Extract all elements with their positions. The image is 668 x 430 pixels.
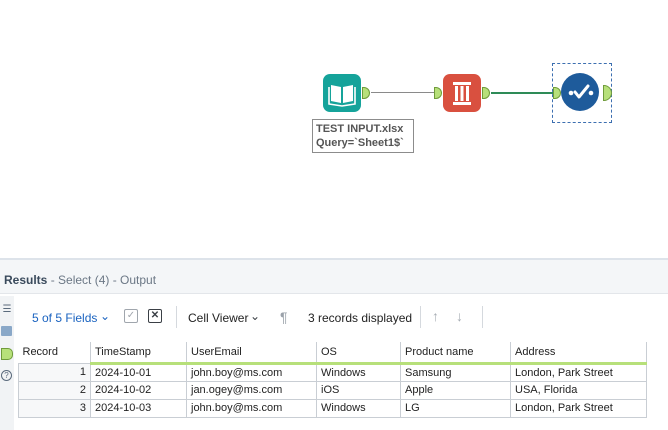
toolbar-divider <box>482 306 483 328</box>
input-tool-output-anchor[interactable] <box>362 87 370 99</box>
table-row[interactable]: 3 2024-10-03 john.boy@ms.com Windows LG … <box>18 398 647 418</box>
input-data-tool[interactable] <box>323 74 361 112</box>
help-icon[interactable]: ? <box>1 370 12 381</box>
table-cell[interactable]: jan.ogey@ms.com <box>186 380 317 400</box>
table-cell[interactable]: USA, Florida <box>510 380 647 400</box>
select-tool-input-anchor[interactable] <box>434 87 442 99</box>
table-cell[interactable]: Windows <box>316 362 401 382</box>
table-cell[interactable]: 2024-10-02 <box>90 380 187 400</box>
column-header-record[interactable]: Record <box>18 342 91 364</box>
chevron-down-icon[interactable]: ⌄ <box>100 309 110 323</box>
table-cell[interactable]: john.boy@ms.com <box>186 398 317 418</box>
table-cell[interactable]: London, Park Street <box>510 362 647 382</box>
connection-input-to-select[interactable] <box>371 92 435 93</box>
table-cell[interactable]: 2024-10-01 <box>90 362 187 382</box>
table-cell[interactable]: Apple <box>400 380 511 400</box>
results-title: Results - Select (4) - Output <box>4 273 156 287</box>
browse-tool[interactable] <box>561 73 599 111</box>
deselect-icon[interactable]: ✕ <box>148 309 162 323</box>
workflow-canvas[interactable]: TEST INPUT.xlsx Query=`Sheet1$` <box>0 0 668 258</box>
column-header-timestamp[interactable]: TimeStamp <box>90 342 187 365</box>
annotation-query: Query=`Sheet1$` <box>316 137 404 149</box>
results-side-strip: ☰ ? <box>0 296 14 430</box>
record-cell[interactable]: 1 <box>18 362 91 382</box>
column-header-os[interactable]: OS <box>316 342 401 365</box>
list-icon[interactable]: ☰ <box>1 304 13 315</box>
output-anchor-icon[interactable] <box>1 348 13 360</box>
table-cell[interactable]: iOS <box>316 380 401 400</box>
arrow-up-icon[interactable]: ↑ <box>432 308 439 324</box>
metadata-icon[interactable] <box>1 326 12 336</box>
table-cell[interactable]: London, Park Street <box>510 398 647 418</box>
table-row[interactable]: 1 2024-10-01 john.boy@ms.com Windows Sam… <box>18 362 647 382</box>
records-count: 3 records displayed <box>308 311 413 325</box>
annotation-filename: TEST INPUT.xlsx <box>316 123 404 135</box>
fields-dropdown[interactable]: 5 of 5 Fields <box>32 311 97 325</box>
table-cell[interactable]: 2024-10-03 <box>90 398 187 418</box>
pilcrow-icon[interactable]: ¶ <box>280 309 288 325</box>
record-cell[interactable]: 3 <box>18 398 91 418</box>
toolbar-divider <box>176 306 177 328</box>
toolbar-divider <box>420 306 421 328</box>
results-panel: Results - Select (4) - Output ☰ ? 5 of 5… <box>0 258 668 430</box>
checkmark-icon <box>568 84 594 99</box>
checkbox-icon[interactable]: ✓ <box>124 309 138 323</box>
results-source: - Select (4) - Output <box>47 273 157 287</box>
column-header-product-name[interactable]: Product name <box>400 342 511 365</box>
table-cell[interactable]: LG <box>400 398 511 418</box>
select-tool-output-anchor[interactable] <box>482 87 490 99</box>
column-icon <box>453 82 471 105</box>
results-grid: Record TimeStamp UserEmail OS Product na… <box>18 342 647 418</box>
results-label: Results <box>4 273 48 287</box>
record-cell[interactable]: 2 <box>18 380 91 400</box>
select-tool[interactable] <box>443 74 481 112</box>
chevron-down-icon[interactable]: ⌄ <box>250 309 260 323</box>
table-cell[interactable]: john.boy@ms.com <box>186 362 317 382</box>
book-icon <box>328 85 356 107</box>
cell-viewer-dropdown[interactable]: Cell Viewer <box>188 311 248 325</box>
table-cell[interactable]: Samsung <box>400 362 511 382</box>
results-header: Results - Select (4) - Output <box>0 260 668 294</box>
results-toolbar: 5 of 5 Fields ⌄ ✓ ✕ Cell Viewer ⌄ ¶ 3 re… <box>20 298 668 338</box>
connection-select-to-browse[interactable] <box>491 92 554 94</box>
column-header-address[interactable]: Address <box>510 342 647 365</box>
arrow-down-icon[interactable]: ↓ <box>456 308 463 324</box>
tool-annotation: TEST INPUT.xlsx Query=`Sheet1$` <box>312 119 414 153</box>
app-window: TEST INPUT.xlsx Query=`Sheet1$` Results … <box>0 0 668 430</box>
table-cell[interactable]: Windows <box>316 398 401 418</box>
column-header-useremail[interactable]: UserEmail <box>186 342 317 365</box>
table-row[interactable]: 2 2024-10-02 jan.ogey@ms.com iOS Apple U… <box>18 380 647 400</box>
grid-header-row: Record TimeStamp UserEmail OS Product na… <box>18 342 647 365</box>
